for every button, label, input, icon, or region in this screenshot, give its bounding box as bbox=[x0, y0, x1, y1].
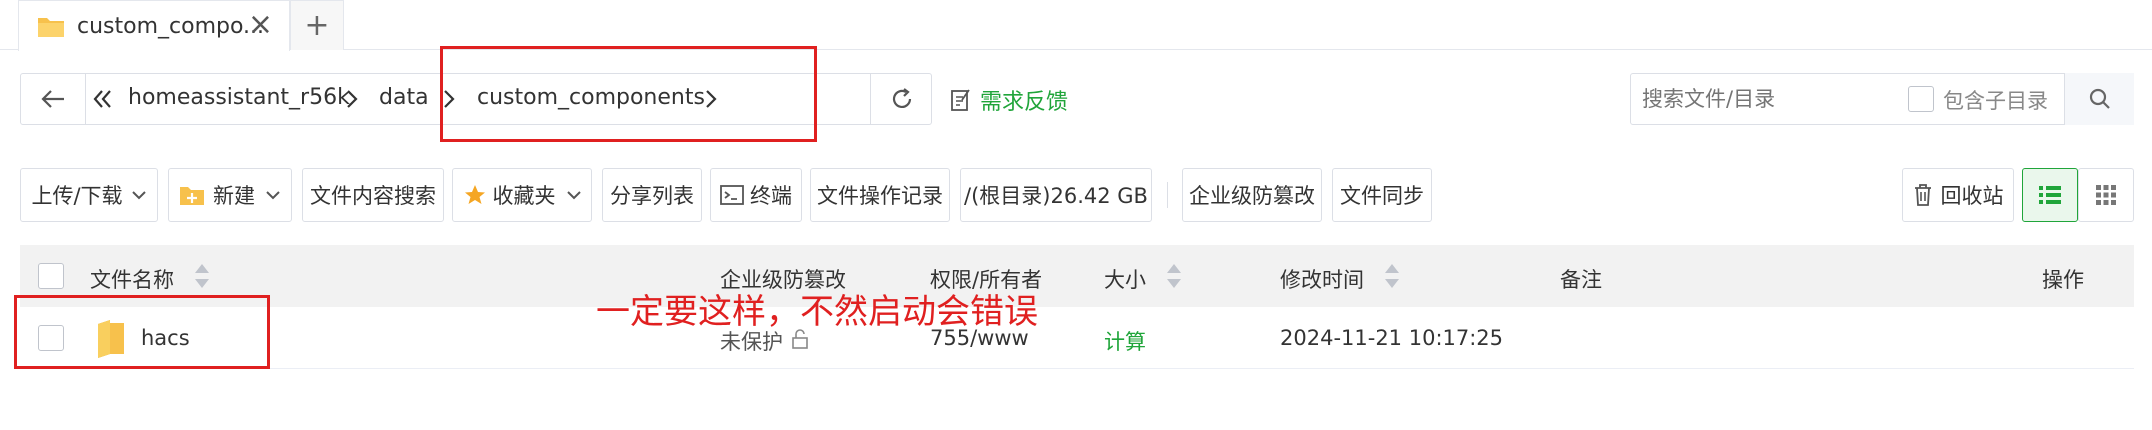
new-button[interactable]: 新建 bbox=[168, 168, 292, 222]
sort-icon[interactable] bbox=[1165, 262, 1183, 290]
terminal-label: 终端 bbox=[750, 184, 792, 208]
breadcrumb-item-data[interactable]: data bbox=[379, 85, 429, 110]
annotation-box-path bbox=[440, 46, 817, 142]
search-input[interactable] bbox=[1640, 78, 1880, 120]
file-sync-label: 文件同步 bbox=[1340, 184, 1424, 208]
breadcrumb-item-homeassistant[interactable]: homeassistant_r56k bbox=[128, 85, 350, 110]
terminal-icon bbox=[720, 185, 744, 205]
tamper-protect-button[interactable]: 企业级防篡改 bbox=[1182, 168, 1322, 222]
chevron-down-icon bbox=[131, 190, 147, 200]
share-list-label: 分享列表 bbox=[610, 184, 694, 208]
file-op-log-label: 文件操作记录 bbox=[817, 184, 943, 208]
trash-icon bbox=[1913, 183, 1933, 207]
plus-icon: + bbox=[304, 8, 330, 43]
toolbar-divider bbox=[1167, 182, 1168, 208]
feedback-label: 需求反馈 bbox=[980, 90, 1069, 115]
favorites-label: 收藏夹 bbox=[492, 184, 556, 208]
feedback-link[interactable]: 需求反馈 bbox=[950, 84, 1068, 116]
annotation-box-folder bbox=[14, 295, 270, 369]
new-tab-button[interactable]: + bbox=[290, 0, 344, 50]
favorites-button[interactable]: 收藏夹 bbox=[452, 168, 592, 222]
grid-view-button[interactable] bbox=[2078, 168, 2134, 222]
content-search-label: 文件内容搜索 bbox=[310, 184, 436, 208]
terminal-button[interactable]: 终端 bbox=[710, 168, 802, 222]
tamper-protect-label: 企业级防篡改 bbox=[1189, 184, 1315, 208]
search-icon bbox=[2088, 87, 2112, 111]
edit-note-icon bbox=[950, 88, 972, 112]
modified-time: 2024-11-21 10:17:25 bbox=[1280, 326, 1504, 350]
recycle-bin-label: 回收站 bbox=[1940, 184, 2004, 208]
list-view-button[interactable] bbox=[2022, 168, 2078, 222]
sort-icon[interactable] bbox=[193, 262, 211, 290]
upload-download-button[interactable]: 上传/下载 bbox=[20, 168, 158, 222]
refresh-button[interactable] bbox=[870, 73, 932, 125]
grid-view-icon bbox=[2095, 184, 2117, 206]
disk-info-label: /(根目录)26.42 GB bbox=[964, 184, 1148, 208]
star-icon bbox=[463, 183, 487, 207]
new-label: 新建 bbox=[213, 184, 255, 208]
list-view-icon bbox=[2038, 184, 2062, 206]
header-note: 备注 bbox=[1560, 268, 1602, 292]
upload-download-label: 上传/下载 bbox=[31, 184, 123, 208]
header-mtime[interactable]: 修改时间 bbox=[1280, 264, 1364, 294]
sort-icon[interactable] bbox=[1383, 262, 1401, 290]
search-button[interactable] bbox=[2064, 73, 2134, 125]
recycle-bin-button[interactable]: 回收站 bbox=[1902, 168, 2014, 222]
header-name[interactable]: 文件名称 bbox=[90, 264, 174, 294]
tab-active[interactable]: custom_compo... × bbox=[18, 0, 290, 51]
chevron-right-icon bbox=[345, 88, 359, 110]
tab-title: custom_compo... bbox=[77, 13, 265, 39]
chevron-down-icon bbox=[265, 190, 281, 200]
back-button[interactable] bbox=[20, 73, 86, 125]
annotation-text: 一定要这样，不然启动会错误 bbox=[596, 292, 1038, 332]
table-row[interactable] bbox=[20, 307, 2134, 369]
content-search-button[interactable]: 文件内容搜索 bbox=[302, 168, 444, 222]
header-size[interactable]: 大小 bbox=[1104, 264, 1146, 294]
disk-info-button[interactable]: /(根目录)26.42 GB bbox=[960, 168, 1152, 222]
size-calculate-link[interactable]: 计算 bbox=[1104, 326, 1146, 356]
new-folder-icon bbox=[179, 184, 205, 206]
file-op-log-button[interactable]: 文件操作记录 bbox=[810, 168, 950, 222]
double-chevron-left-icon[interactable] bbox=[92, 88, 114, 110]
include-subdir-label: 包含子目录 bbox=[1943, 89, 2048, 113]
share-list-button[interactable]: 分享列表 bbox=[602, 168, 702, 222]
table-header bbox=[20, 245, 2134, 307]
chevron-down-icon bbox=[566, 190, 582, 200]
file-sync-button[interactable]: 文件同步 bbox=[1332, 168, 1432, 222]
refresh-icon bbox=[890, 87, 914, 111]
folder-icon bbox=[37, 14, 65, 38]
tab-close-icon[interactable]: × bbox=[248, 7, 273, 42]
select-all-checkbox[interactable] bbox=[38, 263, 64, 289]
include-subdir-checkbox[interactable] bbox=[1908, 86, 1934, 112]
arrow-left-icon bbox=[40, 89, 66, 109]
header-ops: 操作 bbox=[2042, 268, 2084, 292]
